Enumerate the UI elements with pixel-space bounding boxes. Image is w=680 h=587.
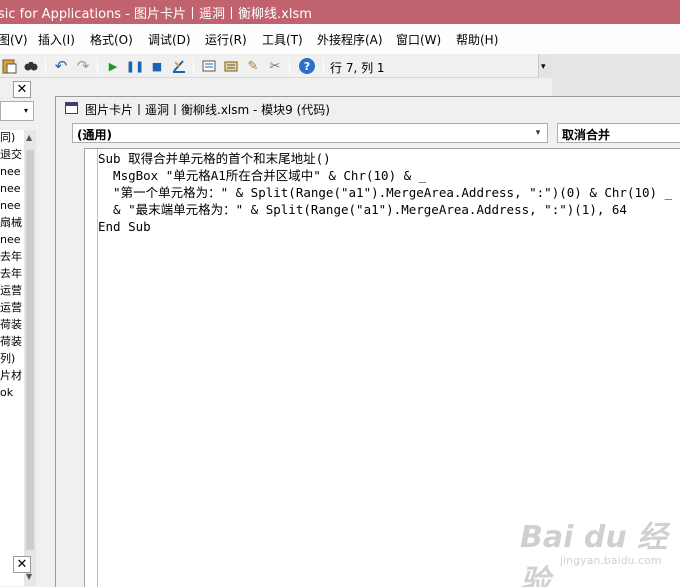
close-icon[interactable]: ✕	[13, 81, 31, 98]
chevron-down-icon: ▾	[541, 62, 546, 72]
cursor-position: 行 7, 列 1	[330, 61, 385, 75]
menu-format[interactable]: 格式(O)	[90, 31, 133, 48]
tree-item[interactable]: 退交	[0, 147, 22, 163]
close-icon[interactable]: ✕	[13, 556, 31, 573]
tree-item[interactable]: nee	[0, 232, 21, 248]
undo-icon[interactable]: ↶	[52, 57, 70, 75]
svg-text:?: ?	[304, 60, 310, 73]
menu-run[interactable]: 运行(R)	[205, 31, 247, 48]
standard-toolbar: ↶ ↷ ▶ ❚❚ ■ ✎ ✂ ? 行 7, 列 1	[0, 54, 552, 78]
toolbar-separator	[323, 58, 324, 74]
properties-icon[interactable]	[222, 57, 240, 75]
code-line[interactable]: End Sub	[98, 218, 680, 235]
toolbar-separator	[97, 58, 98, 74]
find-icon[interactable]	[22, 57, 40, 75]
procedure-combo[interactable]: 取消合并	[557, 123, 680, 143]
module-icon	[65, 102, 78, 114]
watermark-site: jingyan.baidu.com	[560, 554, 662, 567]
object-browser-icon[interactable]: ✎	[244, 57, 262, 75]
toolbox-icon[interactable]: ✂	[266, 57, 284, 75]
project-tree[interactable]: 同) 退交 nee nee nee 扇械 nee 去年 去年 运营 运营 荷装 …	[0, 130, 24, 586]
tree-item[interactable]: 荷装	[0, 317, 22, 333]
reset-icon[interactable]: ■	[148, 57, 166, 75]
menu-tools[interactable]: 工具(T)	[262, 31, 303, 48]
menu-view[interactable]: 图(V)	[0, 31, 28, 48]
paste-icon[interactable]	[0, 57, 18, 75]
help-icon[interactable]: ?	[298, 57, 316, 75]
tree-item[interactable]: nee	[0, 181, 21, 197]
tree-item[interactable]: 同)	[0, 130, 15, 146]
tree-item[interactable]: 荷装	[0, 334, 22, 350]
scroll-thumb[interactable]	[26, 150, 34, 550]
watermark: Bai du 经验 jingyan.baidu.com	[520, 512, 670, 587]
scroll-down-icon[interactable]: ▼	[26, 572, 32, 581]
redo-icon[interactable]: ↷	[74, 57, 92, 75]
code-line[interactable]: & "最末端单元格为：" & Split(Range("a1").MergeAr…	[98, 201, 680, 218]
project-scrollbar[interactable]: ▲ ▼	[24, 130, 36, 586]
object-combo[interactable]: (通用) ▾	[72, 123, 548, 143]
toolbar-overflow-button[interactable]: ▾	[538, 54, 552, 78]
tree-item[interactable]: 去年	[0, 266, 22, 282]
tree-item[interactable]: 列)	[0, 351, 15, 367]
menu-help[interactable]: 帮助(H)	[456, 31, 498, 48]
project-explorer-panel: ✕ ▾ 同) 退交 nee nee nee 扇械 nee 去年 去年 运营 运营…	[0, 78, 37, 587]
toolbar-separator	[193, 58, 194, 74]
project-dropdown[interactable]: ▾	[0, 101, 34, 121]
menu-window[interactable]: 窗口(W)	[396, 31, 441, 48]
procedure-combo-value: 取消合并	[562, 128, 611, 142]
project-explorer-icon[interactable]	[200, 57, 218, 75]
menu-debug[interactable]: 调试(D)	[148, 31, 191, 48]
chevron-down-icon[interactable]: ▾	[531, 126, 545, 140]
tree-item[interactable]: 去年	[0, 249, 22, 265]
code-window-titlebar[interactable]: 图片卡片丨遥洞丨衡柳线.xlsm - 模块9 (代码)	[56, 97, 680, 119]
toolbar-separator	[45, 58, 46, 74]
tree-item[interactable]: 扇械	[0, 215, 22, 231]
toolbar-separator	[289, 58, 290, 74]
break-icon[interactable]: ❚❚	[126, 57, 144, 75]
code-text[interactable]: Sub 取得合并单元格的首个和末尾地址() MsgBox "单元格A1所在合并区…	[98, 150, 680, 235]
tree-item[interactable]: nee	[0, 164, 21, 180]
menu-bar: 图(V) 插入(I) 格式(O) 调试(D) 运行(R) 工具(T) 外接程序(…	[0, 24, 680, 54]
code-line[interactable]: Sub 取得合并单元格的首个和末尾地址()	[98, 150, 680, 167]
run-icon[interactable]: ▶	[104, 57, 122, 75]
watermark-brand: Bai du 经验	[520, 520, 668, 587]
tree-item[interactable]: 片材	[0, 368, 22, 384]
design-mode-icon[interactable]	[170, 57, 188, 75]
code-line[interactable]: "第一个单元格为：" & Split(Range("a1").MergeArea…	[98, 184, 680, 201]
tree-item[interactable]: ok	[0, 385, 13, 401]
tree-item[interactable]: 运营	[0, 300, 22, 316]
object-combo-value: (通用)	[77, 128, 112, 142]
window-title: sic for Applications - 图片卡片丨遥洞丨衡柳线.xlsm	[0, 7, 312, 22]
tree-item[interactable]: 运营	[0, 283, 22, 299]
menu-addins[interactable]: 外接程序(A)	[317, 31, 383, 48]
chevron-down-icon: ▾	[23, 106, 28, 115]
scroll-up-icon[interactable]: ▲	[26, 133, 32, 142]
code-window-title: 图片卡片丨遥洞丨衡柳线.xlsm - 模块9 (代码)	[85, 103, 330, 117]
code-line[interactable]: MsgBox "单元格A1所在合并区域中" & Chr(10) & _	[98, 167, 680, 184]
tree-item[interactable]: nee	[0, 198, 21, 214]
menu-insert[interactable]: 插入(I)	[38, 31, 75, 48]
title-bar: sic for Applications - 图片卡片丨遥洞丨衡柳线.xlsm	[0, 0, 680, 24]
